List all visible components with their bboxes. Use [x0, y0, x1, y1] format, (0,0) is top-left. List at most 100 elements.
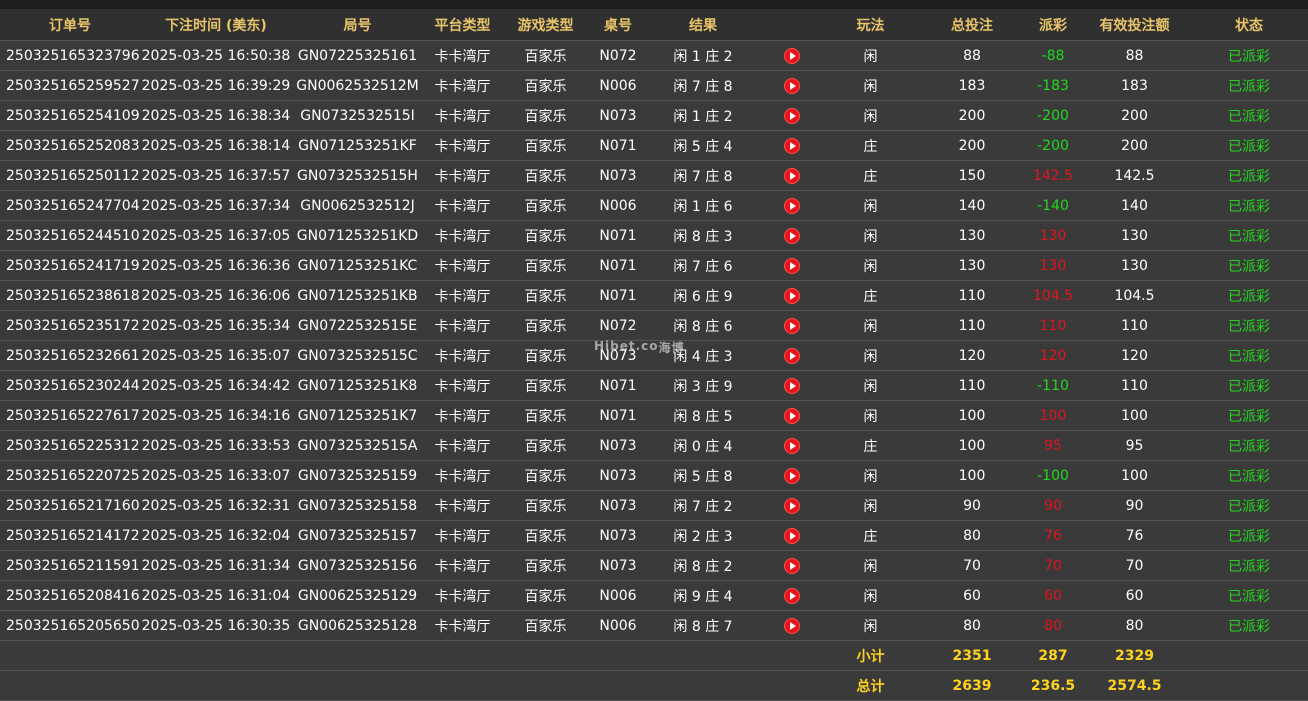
- col-result[interactable]: 结果: [647, 9, 759, 41]
- col-valid-bet[interactable]: 有效投注额: [1079, 9, 1190, 41]
- play-video-icon[interactable]: [783, 287, 800, 304]
- cell-video: [759, 490, 824, 521]
- table-row[interactable]: 250325165230244 2025-03-25 16:34:42 GN0712…: [0, 370, 1308, 401]
- col-table-no[interactable]: 桌号: [589, 9, 647, 41]
- cell-game-type: 百家乐: [502, 160, 589, 191]
- table-row[interactable]: 250325165254109 2025-03-25 16:38:34 GN0732…: [0, 100, 1308, 131]
- cell-result: 闲 7 庄 2: [647, 490, 759, 521]
- cell-status: 已派彩: [1190, 160, 1308, 191]
- play-video-icon[interactable]: [783, 137, 800, 154]
- play-video-icon[interactable]: [783, 437, 800, 454]
- col-play[interactable]: 玩法: [824, 9, 917, 41]
- cell-result: 闲 6 庄 9: [647, 280, 759, 311]
- play-video-icon[interactable]: [783, 527, 800, 544]
- play-video-icon[interactable]: [783, 227, 800, 244]
- table-row[interactable]: 250325165323796 2025-03-25 16:50:38 GN0722…: [0, 40, 1308, 71]
- table-row[interactable]: 250325165220725 2025-03-25 16:33:07 GN0732…: [0, 460, 1308, 491]
- cell-game-type: 百家乐: [502, 220, 589, 251]
- table-row[interactable]: 250325165238618 2025-03-25 16:36:06 GN0712…: [0, 280, 1308, 311]
- col-bet-time[interactable]: 下注时间 (美东): [140, 9, 292, 41]
- cell-platform: 卡卡湾厅: [423, 190, 502, 221]
- cell-result: 闲 0 庄 4: [647, 430, 759, 461]
- subtotal-spacer: [0, 640, 824, 671]
- table-row[interactable]: 250325165208416 2025-03-25 16:31:04 GN0062…: [0, 580, 1308, 611]
- cell-total-bet: 70: [917, 550, 1027, 581]
- play-video-icon[interactable]: [783, 587, 800, 604]
- table-row[interactable]: 250325165227617 2025-03-25 16:34:16 GN0712…: [0, 400, 1308, 431]
- cell-platform: 卡卡湾厅: [423, 430, 502, 461]
- col-total-bet[interactable]: 总投注: [917, 9, 1027, 41]
- play-video-icon[interactable]: [783, 407, 800, 424]
- watermark-logo: Hibet.co海博: [594, 339, 685, 369]
- play-video-icon[interactable]: [783, 257, 800, 274]
- table-row[interactable]: 250325165211591 2025-03-25 16:31:34 GN0732…: [0, 550, 1308, 581]
- play-video-icon[interactable]: [783, 467, 800, 484]
- play-video-icon[interactable]: [783, 377, 800, 394]
- table-row[interactable]: 250325165252083 2025-03-25 16:38:14 GN0712…: [0, 130, 1308, 161]
- play-video-icon[interactable]: [783, 347, 800, 364]
- cell-round-id: GN07325325159: [292, 460, 423, 491]
- cell-valid-bet: 130: [1079, 250, 1190, 281]
- cell-bet-time: 2025-03-25 16:33:53: [140, 430, 292, 461]
- table-row[interactable]: 250325165225312 2025-03-25 16:33:53 GN0732…: [0, 430, 1308, 461]
- cell-play: 闲: [824, 550, 917, 581]
- cell-order-id: 250325165220725: [0, 460, 140, 491]
- table-row[interactable]: 250325165214172 2025-03-25 16:32:04 GN0732…: [0, 520, 1308, 551]
- cell-round-id: GN07325325158: [292, 490, 423, 521]
- cell-platform: 卡卡湾厅: [423, 100, 502, 131]
- table-row[interactable]: 250325165235172 2025-03-25 16:35:34 GN0722…: [0, 310, 1308, 341]
- cell-video: [759, 550, 824, 581]
- cell-total-bet: 80: [917, 520, 1027, 551]
- play-video-icon[interactable]: [783, 167, 800, 184]
- cell-bet-time: 2025-03-25 16:38:34: [140, 100, 292, 131]
- cell-result: 闲 5 庄 8: [647, 460, 759, 491]
- table-row[interactable]: 250325165244510 2025-03-25 16:37:05 GN0712…: [0, 220, 1308, 251]
- play-video-icon[interactable]: [783, 47, 800, 64]
- cell-valid-bet: 95: [1079, 430, 1190, 461]
- play-video-icon[interactable]: [783, 557, 800, 574]
- play-video-icon[interactable]: [783, 497, 800, 514]
- cell-video: [759, 190, 824, 221]
- play-video-icon[interactable]: [783, 617, 800, 634]
- cell-order-id: 250325165259527: [0, 70, 140, 101]
- cell-status: 已派彩: [1190, 490, 1308, 521]
- col-status[interactable]: 状态: [1190, 9, 1308, 41]
- cell-valid-bet: 76: [1079, 520, 1190, 551]
- col-platform[interactable]: 平台类型: [423, 9, 502, 41]
- cell-valid-bet: 130: [1079, 220, 1190, 251]
- cell-table-no: N006: [589, 70, 647, 101]
- cell-play: 闲: [824, 490, 917, 521]
- play-video-icon[interactable]: [783, 107, 800, 124]
- cell-result: 闲 8 庄 6: [647, 310, 759, 341]
- play-video-icon[interactable]: [783, 317, 800, 334]
- table-row[interactable]: 250325165259527 2025-03-25 16:39:29 GN0062…: [0, 70, 1308, 101]
- table-row[interactable]: 250325165241719 2025-03-25 16:36:36 GN0712…: [0, 250, 1308, 281]
- cell-table-no: N072: [589, 310, 647, 341]
- cell-play: 庄: [824, 130, 917, 161]
- play-video-icon[interactable]: [783, 77, 800, 94]
- table-row[interactable]: 250325165250112 2025-03-25 16:37:57 GN0732…: [0, 160, 1308, 191]
- cell-video: [759, 100, 824, 131]
- cell-video: [759, 460, 824, 491]
- cell-platform: 卡卡湾厅: [423, 580, 502, 611]
- cell-round-id: GN071253251KF: [292, 130, 423, 161]
- cell-payout: 70: [1027, 550, 1079, 581]
- col-order-id[interactable]: 订单号: [0, 9, 140, 41]
- col-payout[interactable]: 派彩: [1027, 9, 1079, 41]
- cell-table-no: N071: [589, 400, 647, 431]
- cell-bet-time: 2025-03-25 16:35:07: [140, 340, 292, 371]
- cell-game-type: 百家乐: [502, 550, 589, 581]
- play-video-icon[interactable]: [783, 197, 800, 214]
- cell-status: 已派彩: [1190, 40, 1308, 71]
- cell-game-type: 百家乐: [502, 190, 589, 221]
- col-game-type[interactable]: 游戏类型: [502, 9, 589, 41]
- col-round-id[interactable]: 局号: [292, 9, 423, 41]
- table-row[interactable]: 250325165247704 2025-03-25 16:37:34 GN0062…: [0, 190, 1308, 221]
- table-row[interactable]: 250325165217160 2025-03-25 16:32:31 GN0732…: [0, 490, 1308, 521]
- cell-bet-time: 2025-03-25 16:30:35: [140, 610, 292, 641]
- cell-status: 已派彩: [1190, 100, 1308, 131]
- table-row[interactable]: 250325165205650 2025-03-25 16:30:35 GN0062…: [0, 610, 1308, 641]
- cell-table-no: N072: [589, 40, 647, 71]
- cell-total-bet: 110: [917, 310, 1027, 341]
- cell-payout: 120: [1027, 340, 1079, 371]
